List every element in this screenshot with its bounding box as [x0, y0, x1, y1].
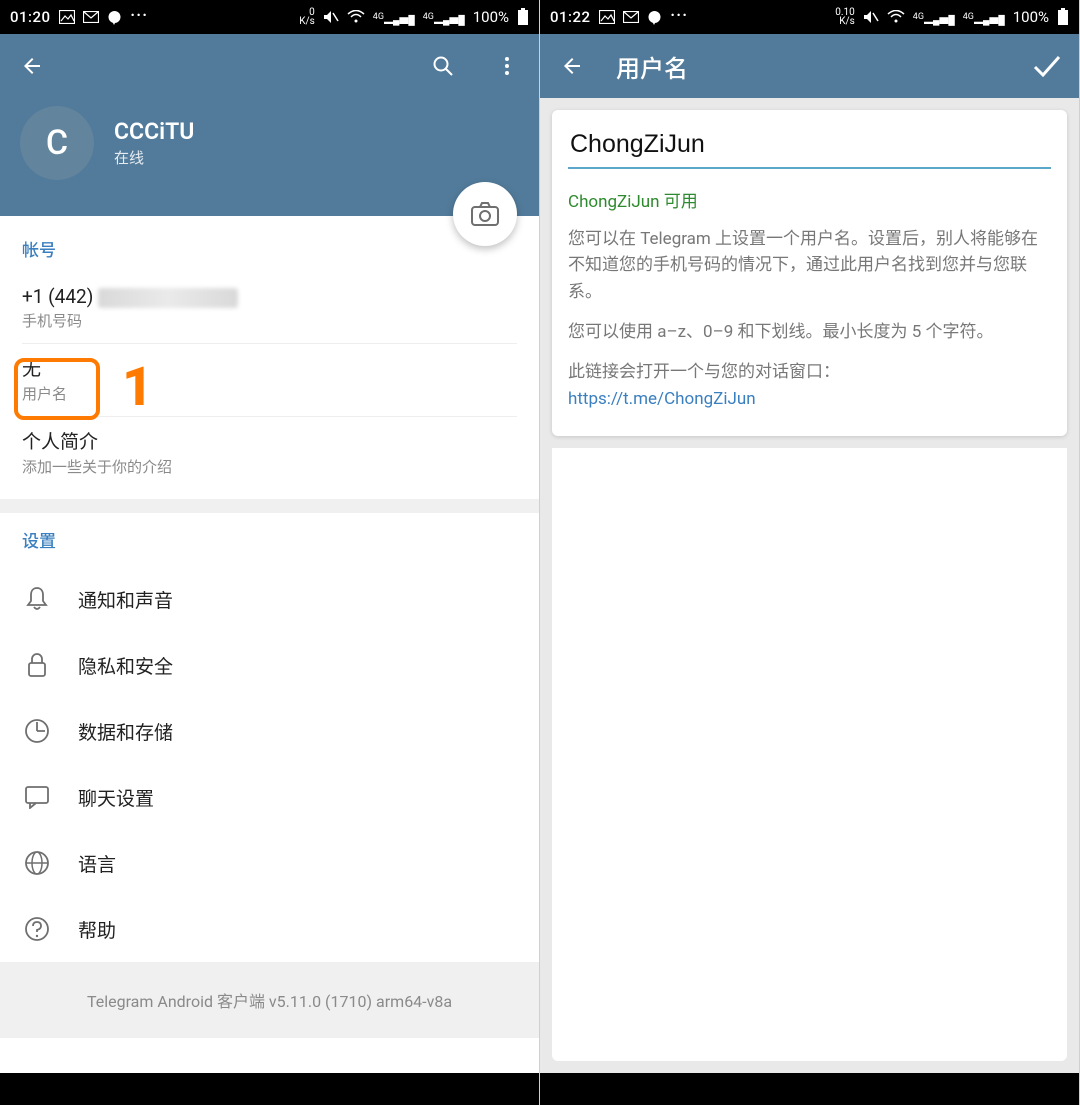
settings-language[interactable]: 语言	[0, 830, 539, 896]
settings-privacy[interactable]: 隐私和安全	[0, 632, 539, 698]
status-time: 01:20	[10, 8, 51, 26]
battery-icon	[1057, 8, 1069, 26]
signal-4g-icon: 4G▂▄▆█	[373, 9, 415, 25]
mail-icon	[83, 11, 99, 23]
signal-4g-icon: 4G▂▄▆█	[423, 9, 465, 25]
appbar: 用户名	[540, 34, 1079, 98]
account-section: 帐号 +1 (442) 手机号码 无 用户名 个人简介 添加一些关于你的介绍	[0, 216, 539, 499]
profile-header: C CCCiTU 在线	[0, 98, 539, 216]
redacted-phone	[98, 288, 238, 308]
bell-icon	[22, 584, 52, 614]
camera-fab[interactable]	[453, 182, 517, 246]
mute-icon	[323, 10, 339, 24]
mute-icon	[863, 10, 879, 24]
profile-status: 在线	[114, 147, 194, 168]
account-section-title: 帐号	[22, 236, 517, 261]
settings-item-label: 通知和声音	[78, 586, 173, 613]
bio-label: 添加一些关于你的介绍	[22, 456, 517, 477]
battery-percent: 100%	[1013, 8, 1049, 26]
appbar	[0, 34, 539, 98]
chat-settings-icon	[22, 782, 52, 812]
android-navbar	[0, 1073, 539, 1105]
settings-notifications[interactable]: 通知和声音	[0, 566, 539, 632]
left-screen: 01:20 0K/s 4G▂▄▆█ 4G▂▄▆█ 100%	[0, 0, 540, 1105]
username-value: 无	[22, 354, 517, 381]
wifi-icon	[887, 10, 905, 24]
status-bar: 01:22 0.10K/s 4G▂▄▆█ 4G▂▄▆█ 100%	[540, 0, 1079, 34]
bio-value: 个人简介	[22, 427, 517, 454]
status-time: 01:22	[550, 8, 591, 26]
phone-label: 手机号码	[22, 310, 517, 331]
settings-data[interactable]: 数据和存储	[0, 698, 539, 764]
settings-item-label: 帮助	[78, 916, 116, 943]
more-notifs-icon	[670, 8, 688, 26]
android-navbar	[540, 1073, 1079, 1105]
more-notifs-icon	[130, 8, 148, 26]
back-button[interactable]	[12, 46, 52, 86]
search-button[interactable]	[423, 46, 463, 86]
wifi-icon	[347, 10, 365, 24]
phone-row[interactable]: +1 (442) 手机号码	[22, 275, 517, 344]
mail-icon	[623, 11, 639, 23]
battery-percent: 100%	[473, 8, 509, 26]
settings-section-title: 设置	[0, 527, 539, 552]
section-gap	[0, 499, 539, 513]
battery-icon	[517, 8, 529, 26]
network-speed: 0K/s	[299, 8, 315, 26]
bio-row[interactable]: 个人简介 添加一些关于你的介绍	[22, 417, 517, 489]
username-input[interactable]	[568, 124, 1051, 169]
appbar-title: 用户名	[616, 49, 1003, 84]
status-bar: 01:20 0K/s 4G▂▄▆█ 4G▂▄▆█ 100%	[0, 0, 539, 34]
settings-item-label: 语言	[78, 850, 116, 877]
username-row[interactable]: 无 用户名	[22, 344, 517, 417]
data-icon	[22, 716, 52, 746]
back-button[interactable]	[552, 46, 592, 86]
username-card: ChongZiJun 可用 您可以在 Telegram 上设置一个用户名。设置后…	[552, 110, 1067, 436]
settings-chat[interactable]: 聊天设置	[0, 764, 539, 830]
help-icon	[22, 914, 52, 944]
chat-icon	[107, 10, 122, 25]
signal-4g-icon: 4G▂▄▆█	[963, 9, 1005, 25]
availability-text: ChongZiJun 可用	[568, 187, 1051, 212]
picture-icon	[599, 10, 615, 24]
settings-item-label: 数据和存储	[78, 718, 173, 745]
confirm-button[interactable]	[1027, 46, 1067, 86]
settings-section: 设置 通知和声音 隐私和安全 数据和存储 聊天设置	[0, 513, 539, 962]
phone-value: +1 (442)	[22, 285, 517, 308]
more-button[interactable]	[487, 46, 527, 86]
description-text: 您可以在 Telegram 上设置一个用户名。设置后，别人将能够在不知道您的手机…	[568, 226, 1051, 412]
settings-item-label: 聊天设置	[78, 784, 154, 811]
lock-icon	[22, 650, 52, 680]
globe-icon	[22, 848, 52, 878]
profile-name: CCCiTU	[114, 118, 194, 145]
avatar[interactable]: C	[20, 106, 94, 180]
version-footer: Telegram Android 客户端 v5.11.0 (1710) arm6…	[0, 962, 539, 1038]
settings-help[interactable]: 帮助	[0, 896, 539, 962]
signal-4g-icon: 4G▂▄▆█	[913, 9, 955, 25]
picture-icon	[59, 10, 75, 24]
profile-link[interactable]: https://t.me/ChongZiJun	[568, 389, 756, 409]
username-label: 用户名	[22, 383, 517, 404]
right-screen: 01:22 0.10K/s 4G▂▄▆█ 4G▂▄▆█ 100%	[540, 0, 1080, 1105]
settings-item-label: 隐私和安全	[78, 652, 173, 679]
chat-icon	[647, 10, 662, 25]
network-speed: 0.10K/s	[835, 8, 855, 26]
